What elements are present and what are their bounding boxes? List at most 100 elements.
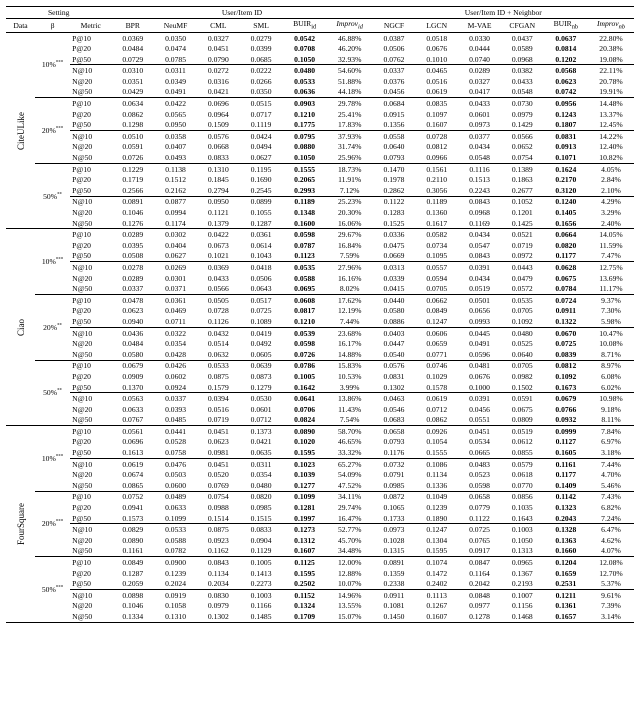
value-cell: 0.0337 — [111, 283, 154, 294]
value-cell: 0.0675 — [501, 404, 544, 415]
value-cell: 0.0726 — [282, 349, 326, 360]
value-cell: 0.0591 — [111, 142, 154, 153]
value-cell: 12.88% — [327, 568, 373, 579]
metric-label: N@50 — [70, 546, 111, 557]
value-cell: 33.32% — [327, 447, 373, 458]
value-cell: 0.0523 — [458, 469, 501, 480]
metric-label: P@50 — [70, 447, 111, 458]
value-cell: 0.1514 — [197, 513, 240, 524]
value-cell: 0.1081 — [373, 601, 416, 612]
value-cell: 0.0719 — [501, 240, 544, 251]
value-cell: 0.0601 — [458, 109, 501, 120]
value-cell: 0.1472 — [415, 568, 458, 579]
value-cell: 0.0793 — [373, 437, 416, 448]
value-cell: 0.0451 — [197, 426, 240, 437]
value-cell: 0.0422 — [154, 98, 197, 109]
value-cell: 0.0419 — [240, 327, 283, 338]
value-cell: 0.0330 — [458, 32, 501, 43]
value-cell: 0.1043 — [240, 251, 283, 262]
value-cell: 0.1276 — [111, 218, 154, 229]
value-cell: 4.62% — [588, 535, 634, 546]
value-cell: 0.0369 — [197, 262, 240, 273]
value-cell: 0.0428 — [154, 349, 197, 360]
value-cell: 0.0712 — [415, 404, 458, 415]
value-cell: 12.00% — [327, 557, 373, 568]
value-cell: 0.0322 — [154, 327, 197, 338]
value-cell: 7.84% — [588, 426, 634, 437]
value-cell: 0.0612 — [501, 437, 544, 448]
value-cell: 0.1003 — [501, 524, 544, 535]
value-cell: 0.1450 — [373, 611, 416, 622]
value-cell: 0.0404 — [154, 240, 197, 251]
value-cell: 0.0361 — [154, 294, 197, 305]
metric-label: N@10 — [70, 65, 111, 76]
value-cell: 0.2042 — [458, 578, 501, 589]
value-cell: 0.1052 — [501, 196, 544, 207]
value-cell: 0.0754 — [501, 152, 544, 163]
metric-label: N@50 — [70, 283, 111, 294]
value-cell: 0.0600 — [154, 480, 197, 491]
value-cell: 0.1003 — [240, 589, 283, 600]
value-cell: 0.0377 — [458, 131, 501, 142]
value-cell: 0.0875 — [197, 371, 240, 382]
value-cell: 0.1134 — [197, 568, 240, 579]
hdr-β: β — [35, 18, 70, 32]
value-cell: 0.1046 — [111, 601, 154, 612]
value-cell: 54.09% — [327, 469, 373, 480]
value-cell: 13.55% — [327, 601, 373, 612]
value-cell: 46.88% — [327, 32, 373, 43]
value-cell: 0.0311 — [240, 458, 283, 469]
value-cell: 0.1429 — [501, 119, 544, 130]
value-cell: 10.08% — [588, 338, 634, 349]
value-cell: 0.1978 — [373, 174, 416, 185]
value-cell: 0.0623 — [544, 76, 588, 87]
value-cell: 0.0289 — [111, 273, 154, 284]
value-cell: 0.1099 — [282, 491, 326, 502]
hdr-group-id: User/Item ID — [111, 7, 372, 19]
value-cell: 0.0746 — [415, 360, 458, 371]
value-cell: 0.0676 — [415, 43, 458, 54]
value-cell: 0.0521 — [501, 229, 544, 240]
value-cell: 25.96% — [327, 152, 373, 163]
value-cell: 0.0891 — [373, 557, 416, 568]
beta-label: 20%** — [35, 294, 70, 360]
value-cell: 7.47% — [588, 251, 634, 262]
value-cell: 0.1046 — [111, 207, 154, 218]
value-cell: 0.1807 — [544, 119, 588, 130]
value-cell: 0.0831 — [373, 371, 416, 382]
value-cell: 0.0421 — [240, 437, 283, 448]
value-cell: 9.18% — [588, 404, 634, 415]
value-cell: 0.0973 — [373, 524, 416, 535]
value-cell: 0.1709 — [282, 611, 326, 622]
value-cell: 0.0719 — [197, 414, 240, 425]
value-cell: 0.1029 — [415, 371, 458, 382]
value-cell: 20.30% — [327, 207, 373, 218]
value-cell: 0.0316 — [197, 76, 240, 87]
value-cell: 0.0516 — [415, 76, 458, 87]
value-cell: 0.1129 — [240, 546, 283, 557]
value-cell: 0.0785 — [154, 54, 197, 65]
value-cell: 0.2531 — [544, 578, 588, 589]
value-cell: 12.19% — [327, 306, 373, 317]
value-cell: 0.0779 — [458, 502, 501, 513]
value-cell: 0.0786 — [282, 360, 326, 371]
metric-label: N@20 — [70, 207, 111, 218]
value-cell: 0.0679 — [111, 360, 154, 371]
value-cell: 0.0968 — [458, 207, 501, 218]
value-cell: 0.0865 — [111, 480, 154, 491]
value-cell: 0.0433 — [458, 98, 501, 109]
metric-label: N@10 — [70, 393, 111, 404]
value-cell: 0.1176 — [373, 447, 416, 458]
value-cell: 0.1121 — [197, 207, 240, 218]
value-cell: 0.0415 — [373, 283, 416, 294]
value-cell: 0.0533 — [197, 360, 240, 371]
value-cell: 7.59% — [327, 251, 373, 262]
metric-label: P@50 — [70, 185, 111, 196]
value-cell: 7.44% — [327, 316, 373, 327]
value-cell: 0.1177 — [544, 251, 588, 262]
value-cell: 0.1122 — [458, 513, 501, 524]
metric-label: P@50 — [70, 316, 111, 327]
value-cell: 5.46% — [588, 480, 634, 491]
value-cell: 0.1304 — [415, 535, 458, 546]
value-cell: 12.40% — [588, 142, 634, 153]
